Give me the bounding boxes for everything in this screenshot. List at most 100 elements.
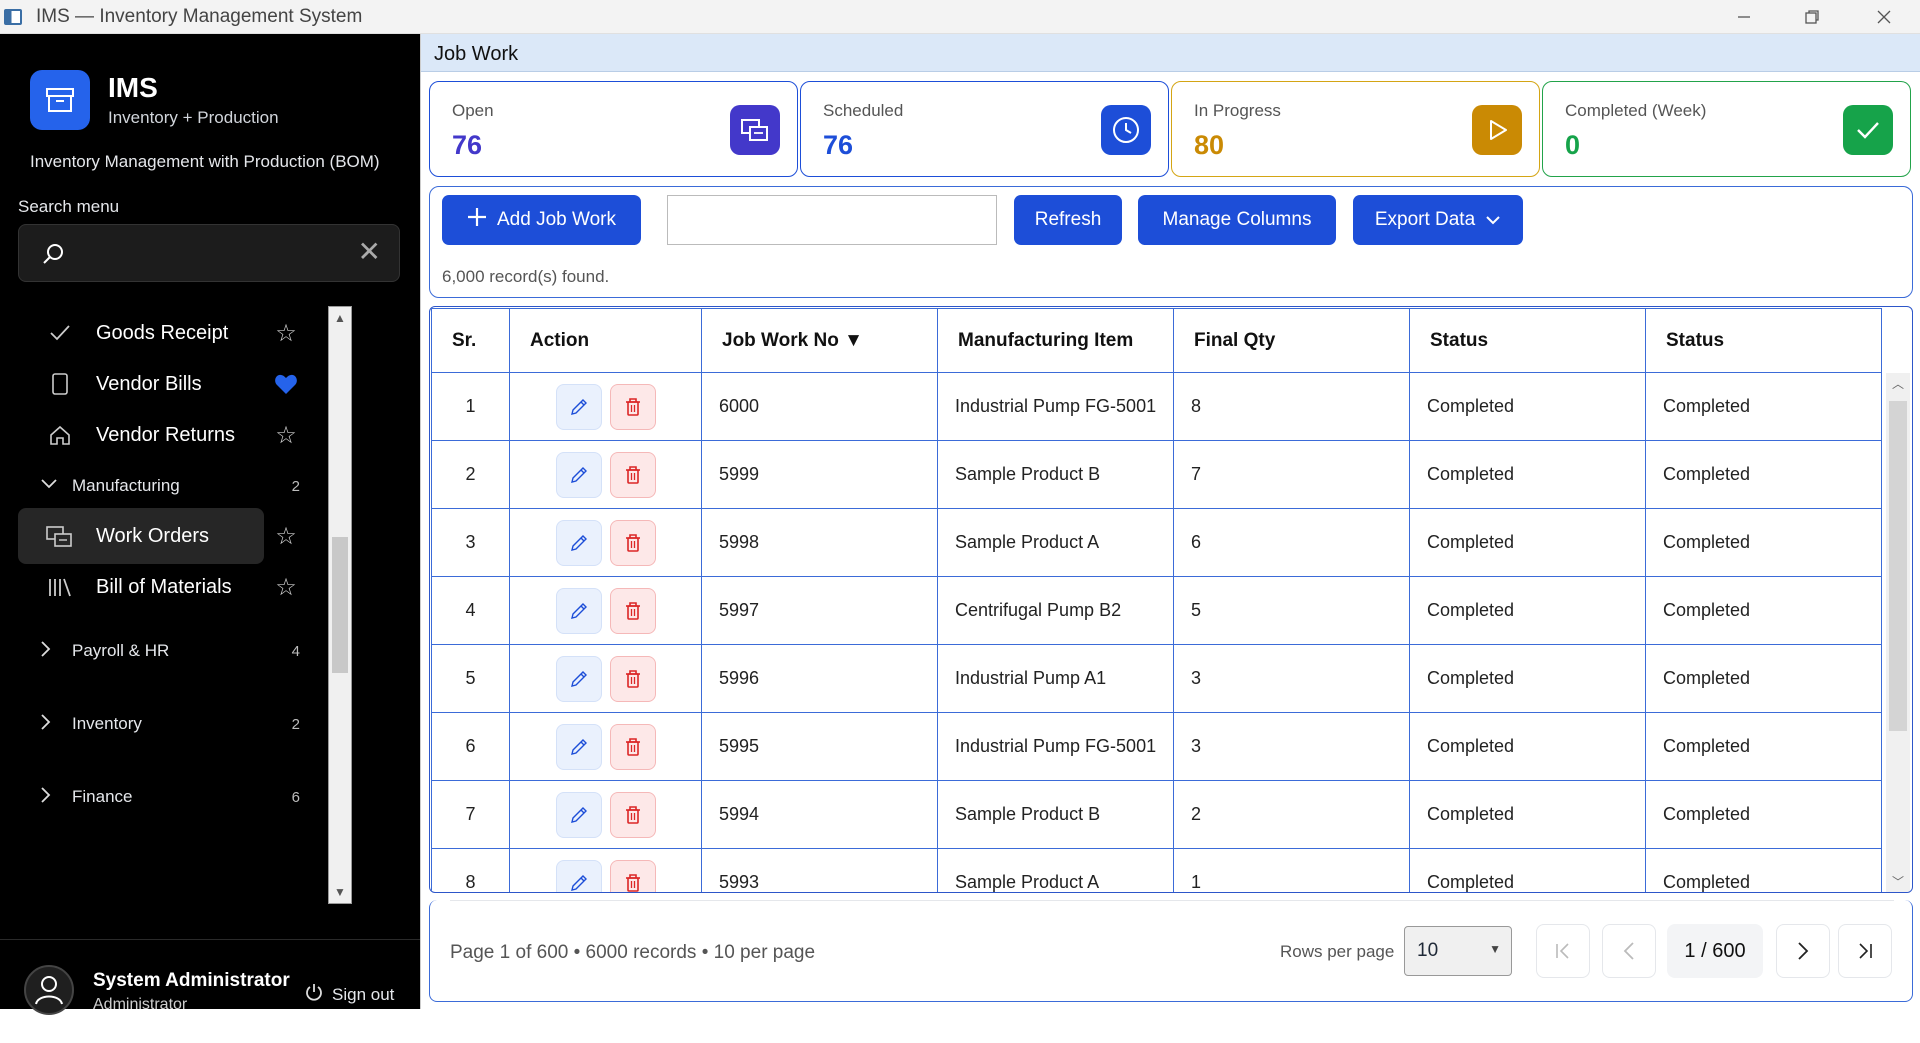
restore-button[interactable] (1784, 0, 1840, 34)
sidebar-group-manufacturing[interactable]: Manufacturing 2 (18, 466, 300, 506)
power-icon (304, 982, 324, 1007)
minimize-button[interactable] (1716, 0, 1772, 34)
table-row[interactable]: 4 5997 Centrifugal Pump B2 5 Completed Comple… (431, 576, 1882, 645)
table-row[interactable]: 2 5999 Sample Product B 7 Completed Completed (431, 440, 1882, 509)
sidebar-group-label: Payroll & HR (72, 641, 170, 660)
table-row[interactable]: 5 5996 Industrial Pump A1 3 Completed Complet… (431, 644, 1882, 713)
scroll-up-icon[interactable]: ▲ (329, 307, 351, 329)
export-data-button[interactable]: Export Data (1353, 195, 1523, 245)
edit-button[interactable] (555, 451, 602, 498)
cell-action (509, 440, 702, 509)
last-page-icon (1859, 943, 1872, 959)
cell-status-2: Completed (1645, 848, 1882, 892)
previous-page-button[interactable] (1602, 924, 1656, 978)
edit-button[interactable] (555, 519, 602, 566)
delete-button[interactable] (609, 587, 656, 634)
delete-button[interactable] (609, 859, 656, 892)
last-page-button[interactable] (1838, 924, 1892, 978)
heart-icon[interactable] (270, 368, 302, 400)
scroll-down-icon[interactable]: ▼ (329, 881, 351, 903)
edit-button[interactable] (555, 791, 602, 838)
star-icon[interactable]: ☆ (270, 520, 302, 552)
pencil-icon (570, 466, 587, 483)
table-row[interactable]: 1 6000 Industrial Pump FG-5001 8 Completed Co… (431, 372, 1882, 441)
first-page-button[interactable] (1536, 924, 1590, 978)
pagination: Page 1 of 600 • 6000 records • 10 per pa… (429, 900, 1913, 1002)
table-row[interactable]: 7 5994 Sample Product B 2 Completed Completed (431, 780, 1882, 849)
star-icon[interactable]: ☆ (270, 419, 302, 451)
cell-sr: 4 (431, 576, 510, 645)
edit-button[interactable] (555, 723, 602, 770)
next-page-button[interactable] (1776, 924, 1830, 978)
edit-button[interactable] (555, 383, 602, 430)
manage-columns-button[interactable]: Manage Columns (1138, 195, 1336, 245)
window-titlebar: IMS — Inventory Management System (0, 0, 1920, 34)
refresh-button[interactable]: Refresh (1014, 195, 1122, 245)
table-scrollbar[interactable]: ︿ ﹀ (1886, 373, 1910, 892)
cell-status: Completed (1409, 712, 1646, 781)
records-count: 6,000 record(s) found. (442, 267, 610, 286)
star-icon[interactable]: ☆ (270, 317, 302, 349)
stat-card-open[interactable]: Open 76 (429, 81, 798, 177)
table-row[interactable]: 8 5993 Sample Product A 1 Completed Completed (431, 848, 1882, 892)
chevron-down-icon: ▼ (1489, 942, 1501, 956)
scrollbar-thumb[interactable] (1889, 401, 1907, 731)
rows-per-page-select[interactable]: 10 ▼ (1404, 926, 1512, 976)
column-header-manufacturing-item[interactable]: Manufacturing Item (937, 308, 1174, 373)
sidebar-scrollbar[interactable]: ▲ ▼ (328, 306, 352, 904)
stat-card-scheduled[interactable]: Scheduled 76 (800, 81, 1169, 177)
table-row[interactable]: 6 5995 Industrial Pump FG-5001 3 Completed Co… (431, 712, 1882, 781)
column-header-final-qty[interactable]: Final Qty (1173, 308, 1410, 373)
cell-status-2: Completed (1645, 712, 1882, 781)
cell-sr: 1 (431, 372, 510, 441)
sidebar-group-payroll-hr[interactable]: Payroll & HR 4 (18, 631, 300, 671)
close-window-button[interactable] (1856, 0, 1912, 34)
cell-status: Completed (1409, 780, 1646, 849)
column-header-status-2[interactable]: Status (1645, 308, 1882, 373)
cell-sr: 8 (431, 848, 510, 892)
sidebar-item-vendor-returns[interactable]: Vendor Returns (18, 407, 264, 463)
add-job-work-label: Add Job Work (497, 209, 616, 230)
clear-search-icon[interactable]: ✕ (358, 238, 381, 266)
sidebar-group-inventory[interactable]: Inventory 2 (18, 704, 300, 744)
cell-job-work-no: 5995 (701, 712, 938, 781)
sidebar-item-goods-receipt[interactable]: Goods Receipt (18, 305, 264, 361)
table-search-input[interactable] (667, 195, 997, 245)
scrollbar-thumb[interactable] (332, 537, 348, 673)
sign-out-button[interactable]: Sign out (304, 982, 394, 1007)
edit-button[interactable] (555, 655, 602, 702)
cell-job-work-no: 5994 (701, 780, 938, 849)
sidebar-item-vendor-bills[interactable]: Vendor Bills (18, 356, 264, 412)
cell-final-qty: 8 (1173, 372, 1410, 441)
sidebar-group-finance[interactable]: Finance 6 (18, 777, 300, 817)
page-header: Job Work (421, 34, 1920, 72)
stat-card-in-progress[interactable]: In Progress 80 (1171, 81, 1540, 177)
cell-status: Completed (1409, 508, 1646, 577)
delete-button[interactable] (609, 655, 656, 702)
delete-button[interactable] (609, 519, 656, 566)
scroll-up-icon[interactable]: ︿ (1886, 373, 1910, 395)
column-header-job-work-no[interactable]: Job Work No ▼ (701, 308, 938, 373)
chevron-right-icon (40, 786, 60, 809)
delete-button[interactable] (609, 451, 656, 498)
search-menu-input[interactable]: ✕ (18, 224, 400, 282)
star-icon[interactable]: ☆ (270, 571, 302, 603)
table-row[interactable]: 3 5998 Sample Product A 6 Completed Completed (431, 508, 1882, 577)
add-job-work-button[interactable]: Add Job Work (442, 195, 641, 245)
column-header-sr[interactable]: Sr. (431, 308, 510, 373)
scroll-down-icon[interactable]: ﹀ (1886, 871, 1910, 892)
delete-button[interactable] (609, 383, 656, 430)
cell-status: Completed (1409, 644, 1646, 713)
delete-button[interactable] (609, 723, 656, 770)
edit-button[interactable] (555, 859, 602, 892)
sidebar: IMS Inventory + Production Inventory Man… (0, 34, 420, 1015)
delete-button[interactable] (609, 791, 656, 838)
sidebar-item-work-orders[interactable]: Work Orders (18, 508, 264, 564)
edit-button[interactable] (555, 587, 602, 634)
pencil-icon (570, 874, 587, 891)
sidebar-item-bill-of-materials[interactable]: Bill of Materials (18, 559, 264, 615)
library-icon (45, 576, 75, 598)
column-header-status[interactable]: Status (1409, 308, 1646, 373)
stat-card-completed-week[interactable]: Completed (Week) 0 (1542, 81, 1911, 177)
avatar[interactable] (24, 965, 74, 1015)
